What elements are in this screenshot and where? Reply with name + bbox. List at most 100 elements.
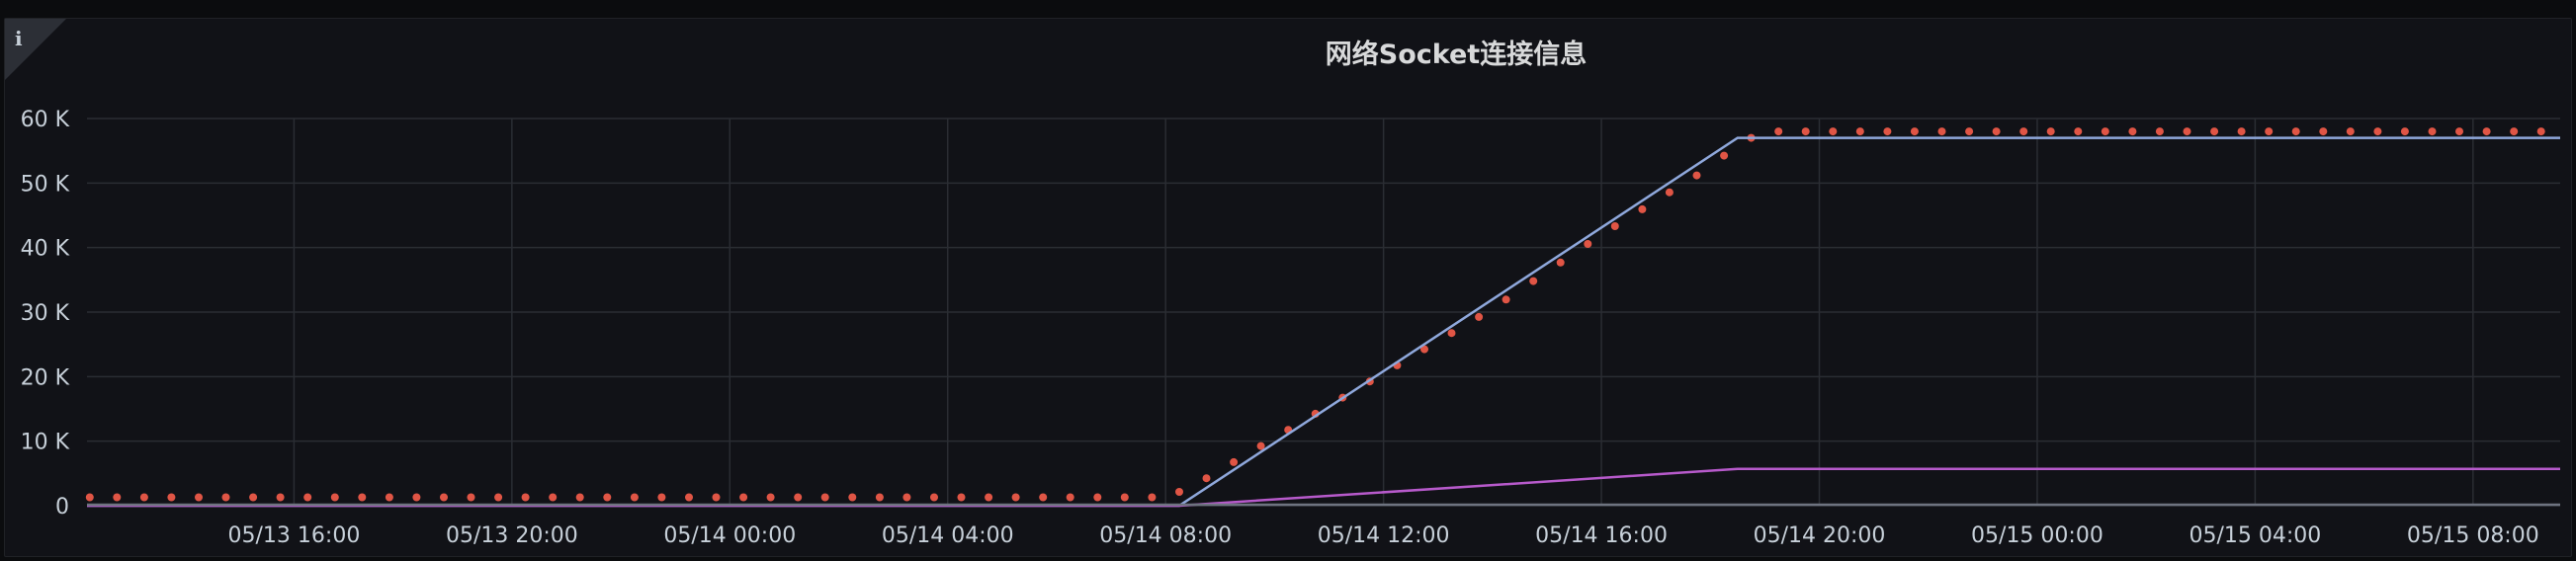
x-tick-label: 05/13 16:00	[228, 523, 361, 548]
data-point	[630, 493, 639, 502]
data-point	[2455, 127, 2463, 136]
data-point	[1965, 127, 1974, 136]
data-point	[2346, 127, 2355, 136]
data-point	[440, 493, 448, 502]
data-point	[1855, 127, 1864, 136]
data-point	[2019, 127, 2028, 136]
x-tick-label: 05/14 04:00	[882, 523, 1014, 548]
data-point	[2183, 127, 2191, 136]
chart-grid	[87, 118, 2560, 507]
data-point	[2101, 127, 2109, 136]
data-point	[1665, 188, 1674, 197]
data-point	[2400, 127, 2409, 136]
data-point	[1148, 493, 1157, 502]
data-point	[2128, 127, 2137, 136]
chart-svg: 0 10 K 20 K 30 K 40 K 50 K 60 K 05/13 16:00 05/1…	[21, 108, 2560, 548]
x-tick-label: 05/15 08:00	[2407, 523, 2539, 548]
data-point	[494, 493, 503, 502]
data-point	[1584, 240, 1592, 248]
data-point	[1692, 171, 1701, 180]
data-point	[957, 493, 966, 502]
data-point	[739, 493, 748, 502]
data-point	[766, 493, 775, 502]
data-point	[2536, 127, 2545, 136]
x-tick-label: 05/14 08:00	[1099, 523, 1232, 548]
y-tick-label: 30 K	[21, 301, 70, 326]
data-point	[385, 493, 393, 502]
data-point	[2155, 127, 2164, 136]
data-point	[2319, 127, 2328, 136]
data-point	[1039, 493, 1048, 502]
data-point	[1556, 258, 1565, 267]
data-point	[1066, 493, 1074, 502]
data-point	[2074, 127, 2083, 136]
data-point	[2237, 127, 2246, 136]
data-point	[1774, 127, 1783, 136]
data-point	[85, 493, 94, 502]
data-point	[467, 493, 475, 502]
data-point	[1011, 493, 1020, 502]
data-point	[2046, 127, 2055, 136]
x-tick-label: 05/15 04:00	[2189, 523, 2321, 548]
data-point	[1529, 277, 1538, 285]
series-line-1	[87, 136, 2560, 508]
data-point	[276, 493, 285, 502]
data-point	[1447, 329, 1456, 338]
data-point	[2428, 127, 2437, 136]
data-point	[1502, 295, 1510, 304]
data-point	[875, 493, 884, 502]
x-tick-label: 05/14 20:00	[1754, 523, 1886, 548]
x-tick-label: 05/14 12:00	[1318, 523, 1450, 548]
y-tick-label: 0	[55, 495, 69, 520]
data-point	[1829, 127, 1838, 136]
data-point	[902, 493, 911, 502]
data-point	[1610, 222, 1619, 230]
y-tick-label: 60 K	[21, 108, 70, 132]
data-point	[139, 493, 148, 502]
data-point	[603, 493, 612, 502]
data-point	[1202, 474, 1211, 483]
chart-axes: 0 10 K 20 K 30 K 40 K 50 K 60 K 05/13 16:00 05/1…	[21, 108, 2539, 548]
data-point	[1910, 127, 1919, 136]
data-point	[2291, 127, 2300, 136]
data-point	[930, 493, 938, 502]
data-point	[358, 493, 367, 502]
data-point	[1638, 204, 1647, 213]
data-point	[330, 493, 339, 502]
data-point	[2482, 127, 2491, 136]
data-point	[1720, 151, 1729, 160]
data-point	[195, 493, 203, 502]
data-point	[2210, 127, 2219, 136]
data-point	[1120, 493, 1129, 502]
data-point	[249, 493, 258, 502]
x-tick-label: 05/14 16:00	[1535, 523, 1668, 548]
x-tick-label: 05/13 20:00	[446, 523, 578, 548]
data-point	[2373, 127, 2382, 136]
y-tick-label: 50 K	[21, 172, 70, 197]
data-point	[412, 493, 421, 502]
data-point	[221, 493, 230, 502]
data-point	[794, 493, 803, 502]
data-point	[1093, 493, 1102, 502]
data-point	[685, 493, 693, 502]
x-tick-label: 05/15 00:00	[1971, 523, 2104, 548]
data-point	[1175, 488, 1183, 496]
data-point	[1992, 127, 2001, 136]
data-point	[575, 493, 584, 502]
y-tick-label: 20 K	[21, 365, 70, 390]
data-point	[1883, 127, 1892, 136]
data-point	[1475, 312, 1484, 321]
chart-series	[85, 127, 2560, 508]
data-point	[2510, 127, 2519, 136]
data-point	[657, 493, 666, 502]
data-point	[113, 493, 122, 502]
data-point	[1937, 127, 1946, 136]
y-tick-label: 40 K	[21, 237, 70, 262]
data-point	[1801, 127, 1810, 136]
data-point	[303, 493, 312, 502]
data-point	[848, 493, 857, 502]
series-line-2	[87, 467, 2560, 508]
data-point	[167, 493, 176, 502]
data-point	[2265, 127, 2274, 136]
data-point	[521, 493, 530, 502]
